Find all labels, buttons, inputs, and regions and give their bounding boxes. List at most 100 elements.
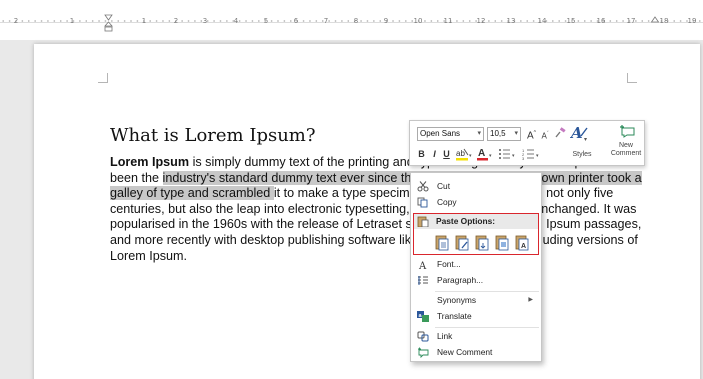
new-comment-icon[interactable] [619, 124, 637, 138]
paste-keep-source-icon [435, 235, 449, 251]
ruler-tick: 13 [506, 17, 516, 25]
ruler-tick: 2 [173, 17, 179, 25]
ruler-tick: 4 [233, 17, 239, 25]
clipboard-icon [417, 216, 429, 227]
font-color-icon: A ▾ [477, 148, 492, 161]
font-color-button[interactable]: A ▾ [476, 146, 494, 162]
ruler-tick: 15 [566, 17, 576, 25]
chevron-down-icon: ▾ [514, 130, 518, 137]
paste-options-group: Paste Options: A [413, 213, 539, 255]
right-indent-marker[interactable] [651, 16, 659, 25]
underline-button[interactable]: U [442, 148, 451, 160]
numbered-list-icon: 123 ▾ [522, 148, 539, 161]
styles-label[interactable]: Styles [570, 151, 594, 159]
highlighter-icon: ab ▾ [456, 148, 472, 161]
mini-toolbar: Open Sans ▾ 10,5 ▾ A^ Aˇ A ▾ B I U ab ▾ … [409, 120, 645, 166]
bullet-list-icon: ▾ [499, 149, 515, 159]
paste-options-header: Paste Options: [414, 214, 538, 229]
menu-separator [435, 327, 539, 328]
menu-item-copy[interactable]: Copy [411, 195, 541, 210]
paste-merge-icon [455, 235, 469, 251]
paragraph-icon [418, 276, 428, 285]
svg-text:▾: ▾ [469, 153, 472, 159]
document-heading[interactable]: What is Lorem Ipsum? [110, 125, 316, 146]
paste-picture-icon [475, 235, 489, 251]
chevron-down-icon: ▾ [477, 130, 481, 137]
translate-icon: a [417, 311, 429, 322]
format-painter-button[interactable] [554, 127, 566, 139]
menu-item-label: Cut [437, 181, 451, 191]
horizontal-ruler[interactable]: 2 1 1 2 3 4 5 6 7 8 9 10 11 12 13 14 15 … [0, 0, 703, 40]
svg-text:ab: ab [456, 149, 465, 158]
italic-button[interactable]: I [430, 148, 439, 160]
svg-text:A: A [521, 243, 526, 250]
menu-item-font[interactable]: A Font... [411, 257, 541, 272]
menu-item-label: Copy [437, 197, 457, 207]
ruler-tick: 6 [293, 17, 299, 25]
first-line-indent-marker[interactable] [104, 14, 113, 32]
svg-text:A: A [570, 124, 583, 142]
paste-keep-source-formatting-button[interactable] [434, 234, 450, 251]
menu-item-link[interactable]: Link [411, 329, 541, 344]
ruler-tick: 5 [263, 17, 269, 25]
paste-picture-button[interactable] [474, 234, 490, 251]
ruler-tick: 9 [383, 17, 389, 25]
bold-button[interactable]: B [417, 148, 426, 160]
ruler-tick: 12 [476, 17, 486, 25]
link-icon [417, 331, 429, 342]
new-comment-icon [418, 347, 429, 358]
ruler-tick: 1 [69, 17, 75, 25]
font-name-combobox[interactable]: Open Sans ▾ [417, 127, 484, 141]
menu-item-label: Paragraph... [437, 275, 484, 285]
grow-font-icon: A [526, 130, 534, 142]
grow-font-button[interactable]: A^ [526, 127, 537, 142]
font-size-combobox[interactable]: 10,5 ▾ [487, 127, 521, 141]
ruler-tick: 11 [443, 17, 453, 25]
ruler-tick: 17 [626, 17, 636, 25]
menu-item-paragraph[interactable]: Paragraph... [411, 273, 541, 288]
new-comment-label[interactable]: New Comment [606, 142, 646, 158]
paste-keep-text-only-button[interactable]: A [514, 234, 530, 251]
paste-options-label: Paste Options: [436, 216, 496, 226]
menu-separator [435, 291, 539, 292]
paste-merge-formatting-button[interactable] [454, 234, 470, 251]
menu-item-label: Font... [437, 259, 461, 269]
ruler-tick: 2 [13, 17, 19, 25]
highlight-color-button[interactable]: ab ▾ [455, 146, 473, 162]
menu-item-synonyms[interactable]: Synonyms ▶ [411, 293, 541, 308]
numbering-button[interactable]: 123 ▾ [522, 147, 542, 161]
context-menu: Cut Copy Paste Options: A A Font... Para… [410, 172, 542, 362]
menu-item-label: Synonyms [437, 295, 477, 305]
font-size-value: 10,5 [490, 129, 506, 138]
svg-text:3: 3 [522, 156, 525, 161]
menu-item-cut[interactable]: Cut [411, 179, 541, 194]
document-paragraph[interactable]: Lorem Ipsum is simply dummy text of the … [110, 155, 655, 264]
ruler-tick: 7 [323, 17, 329, 25]
menu-item-label: Translate [437, 311, 472, 321]
ruler-tick: 10 [413, 17, 423, 25]
bold-lead-text: Lorem Ipsum [110, 155, 190, 169]
paste-link-button[interactable] [494, 234, 510, 251]
menu-item-label: New Comment [437, 347, 493, 357]
paintbrush-icon [555, 127, 566, 138]
ruler-tick: 8 [353, 17, 359, 25]
ruler-tick: 14 [537, 17, 547, 25]
svg-text:A: A [478, 148, 485, 159]
styles-gallery-icon[interactable]: A ▾ [570, 124, 590, 142]
page-corner-mark [98, 73, 108, 83]
menu-item-translate[interactable]: a Translate [411, 309, 541, 324]
menu-item-label: Link [437, 331, 453, 341]
svg-text:▾: ▾ [512, 153, 515, 159]
svg-text:▾: ▾ [536, 153, 539, 159]
copy-icon [417, 197, 428, 208]
shrink-font-button[interactable]: Aˇ [540, 128, 550, 143]
font-name-value: Open Sans [420, 129, 461, 138]
paste-text-only-icon: A [515, 235, 529, 251]
bullets-button[interactable]: ▾ [498, 147, 518, 161]
menu-item-new-comment[interactable]: New Comment [411, 345, 541, 360]
svg-text:▾: ▾ [584, 137, 587, 142]
svg-text:A: A [418, 261, 427, 270]
page-corner-mark [627, 73, 637, 83]
ruler-tick: 1 [141, 17, 147, 25]
font-icon: A [418, 261, 427, 270]
